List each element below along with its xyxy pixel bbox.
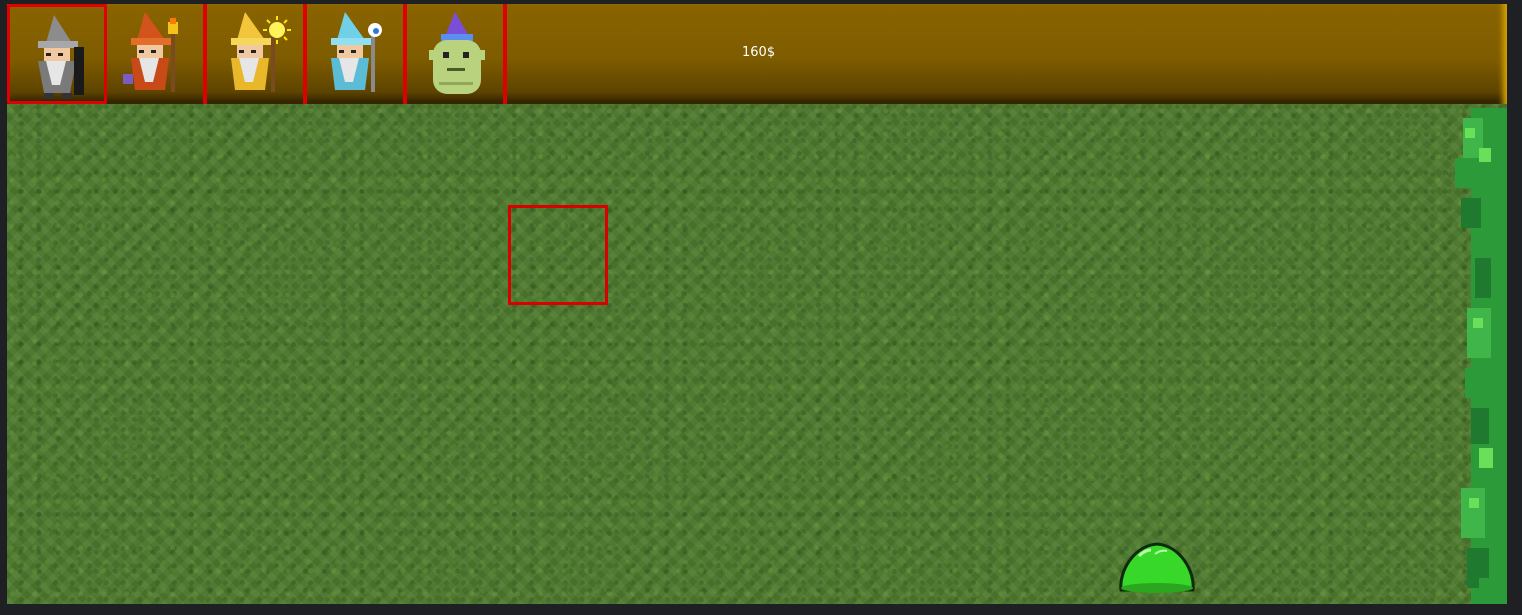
fire-wizard-icon <box>123 12 178 92</box>
game-canvas[interactable]: 160$ <box>7 4 1507 604</box>
money-counter: 160$ <box>742 45 776 60</box>
unit-slot-fire-wizard[interactable] <box>107 4 207 104</box>
unit-toolbar: 160$ <box>7 4 1507 104</box>
light-wizard-icon <box>231 12 291 92</box>
unit-slot-light-wizard[interactable] <box>207 4 307 104</box>
slime-enemy[interactable] <box>1117 538 1197 596</box>
unit-slot-gray-wizard[interactable] <box>7 4 107 104</box>
hedge-wall <box>1455 108 1507 604</box>
unit-slot-goblin-wizard[interactable] <box>407 4 507 104</box>
placement-cursor[interactable] <box>508 205 608 305</box>
battlefield-grid[interactable] <box>7 104 1507 604</box>
unit-slot-ice-wizard[interactable] <box>307 4 407 104</box>
gray-wizard-icon <box>38 15 84 99</box>
ice-wizard-icon <box>331 12 382 92</box>
goblin-wizard-icon <box>429 12 485 94</box>
